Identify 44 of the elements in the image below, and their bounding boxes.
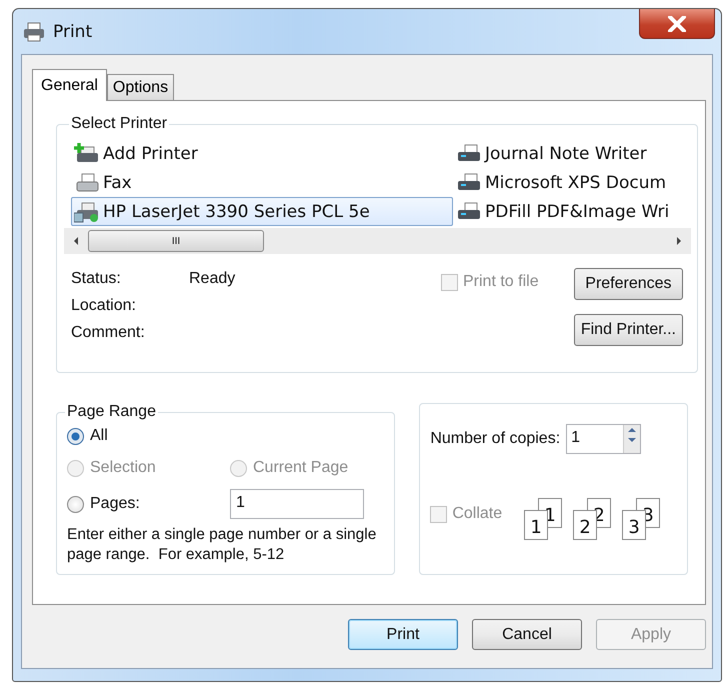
printer-item[interactable]: Add Printer [71, 139, 453, 168]
close-icon [668, 16, 686, 32]
page-sheet: 2 [573, 510, 598, 540]
status-label: Status: [71, 270, 122, 288]
scroll-thumb[interactable]: III [88, 230, 264, 252]
collate-label: Collate [452, 505, 502, 523]
scroll-right-icon [675, 236, 683, 246]
group-title: Page Range [66, 403, 157, 421]
dialog-button[interactable]: Preferences [574, 268, 683, 300]
add-printer-icon [74, 142, 100, 164]
tab[interactable]: Options [106, 74, 174, 100]
radio-label: Current Page [253, 459, 348, 477]
radio-label: All [90, 427, 108, 445]
radio-button[interactable] [67, 496, 84, 512]
hint-text: Enter either a single page number or a single page range. For example, 5-12 [67, 525, 378, 565]
status-value: Ready [189, 270, 236, 288]
group-title: Select Printer [70, 115, 168, 133]
dialog-button[interactable]: Find Printer... [574, 314, 683, 346]
printer-item[interactable]: Fax [71, 168, 453, 197]
dialog-button[interactable]: Print [348, 619, 458, 650]
fax-icon [74, 172, 100, 194]
tab[interactable]: General [32, 69, 107, 101]
dialog-button[interactable]: Cancel [472, 619, 582, 650]
page-sheet: 1 [524, 510, 548, 540]
radio-label: Selection [90, 459, 156, 477]
printer-item[interactable]: Microsoft XPS Docum [453, 168, 683, 197]
pages-input-field[interactable]: 1 [230, 489, 364, 519]
window-title: Print [53, 22, 92, 42]
close-button[interactable] [639, 9, 715, 39]
comment-label: Comment: [71, 324, 146, 342]
location-label: Location: [71, 297, 137, 315]
radio-label: Pages: [90, 495, 140, 513]
radio-button[interactable] [67, 428, 84, 444]
printer-item[interactable]: HP LaserJet 3390 Series PCL 5e [71, 197, 453, 226]
print-to-file-label: Print to file [463, 273, 539, 291]
printer-item[interactable]: PDFill PDF&Image Wri [453, 197, 683, 226]
horizontal-scrollbar[interactable]: III [64, 228, 691, 254]
copies-spinner[interactable]: 1 [566, 424, 642, 454]
printer-item[interactable]: Journal Note Writer [453, 139, 683, 168]
page-sheet: 3 [622, 510, 646, 540]
printer-icon [23, 22, 45, 42]
copies-label: Number of copies: [430, 430, 560, 448]
printer-icon [74, 200, 100, 222]
scroll-left-icon [72, 236, 80, 246]
